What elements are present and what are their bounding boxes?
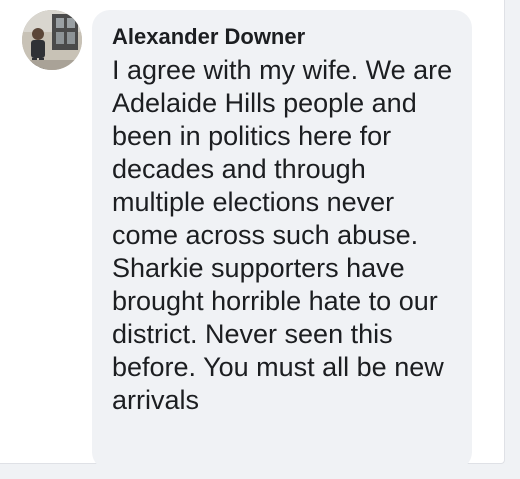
- comment-text: I agree with my wife. We are Adelaide Hi…: [112, 55, 453, 415]
- comment-author[interactable]: Alexander Downer: [112, 24, 456, 50]
- avatar[interactable]: [22, 10, 82, 70]
- comment-panel: Alexander Downer I agree with my wife. W…: [0, 0, 505, 470]
- comment-bubble: Alexander Downer I agree with my wife. W…: [92, 10, 472, 470]
- avatar-photo: [22, 10, 82, 70]
